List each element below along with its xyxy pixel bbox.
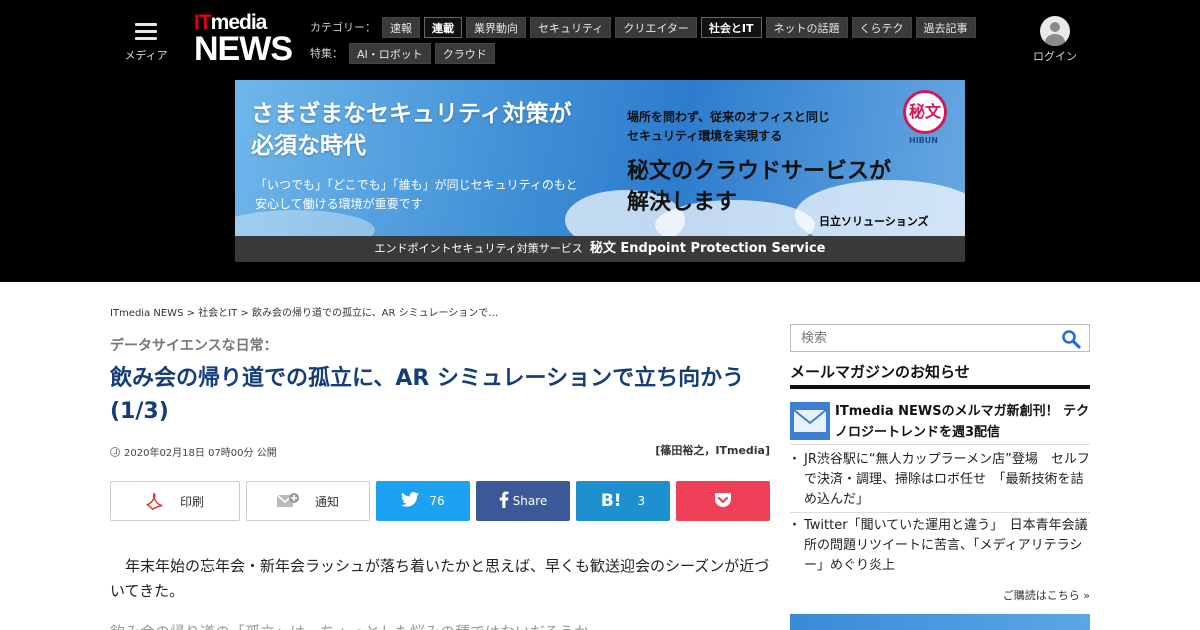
- pdf-icon: [145, 492, 164, 511]
- banner-company: 日立ソリューションズ: [819, 215, 929, 228]
- article-author: [篠田裕之，ITmedia]: [655, 444, 770, 457]
- category-chip-breaking[interactable]: 速報: [382, 16, 420, 38]
- search-box: [790, 324, 1090, 352]
- feature-chip-cloud[interactable]: クラウド: [434, 42, 495, 64]
- notify-button[interactable]: 通知: [246, 481, 370, 521]
- login-label: ログイン: [1033, 50, 1077, 63]
- envelope-icon: [790, 402, 830, 440]
- pocket-button[interactable]: [676, 481, 770, 521]
- feature-label: 特集：: [310, 47, 343, 60]
- article-paragraph-2: 飲み会の帰り道の「孤立」は、ちょっとした悩みの種ではないだろうか。: [110, 620, 775, 630]
- publish-date: 2020年02月18日 07時00分 公開: [110, 444, 277, 459]
- banner-right-text: 場所を問わず、従来のオフィスと同じ セキュリティ環境を実現する: [627, 110, 830, 143]
- divider: [790, 512, 1090, 513]
- print-button[interactable]: 印刷: [110, 481, 240, 521]
- article-title: 飲み会の帰り道での孤立に、AR シミュレーションで立ち向かう (1/3): [110, 366, 745, 424]
- article-paragraph-1: 年末年始の忘年会・新年会ラッシュが落ち着いたかと思えば、早くも歓送迎会のシーズン…: [110, 557, 770, 600]
- category-chip-creator[interactable]: クリエイター: [615, 16, 697, 38]
- hamburger-icon: [135, 23, 157, 41]
- category-chip-archive[interactable]: 過去記事: [915, 16, 976, 38]
- feature-chip-ai-robot[interactable]: AI・ロボット: [349, 42, 431, 64]
- search-input[interactable]: [791, 325, 1051, 351]
- breadcrumb-section[interactable]: 社会とIT: [198, 308, 237, 319]
- category-nav: カテゴリー： 速報 連載 業界動向 セキュリティ クリエイター 社会とIT ネッ…: [310, 16, 980, 38]
- search-icon[interactable]: [1061, 329, 1081, 349]
- login-button[interactable]: ログイン: [1030, 16, 1080, 64]
- twitter-count: 76: [429, 494, 445, 508]
- breadcrumb: ITmedia NEWS > 社会とIT > 飲み会の帰り道での孤立に、AR シ…: [110, 308, 499, 319]
- subscribe-link[interactable]: ご購読はこちら »: [940, 587, 1090, 603]
- feature-nav: 特集： AI・ロボット クラウド: [310, 42, 499, 64]
- side-news-item[interactable]: Twitter「聞いていた運用と違う」 日本青年会議所の問題リツイートに苦言、「…: [788, 516, 1090, 576]
- category-chip-net-topics[interactable]: ネットの話題: [765, 16, 848, 38]
- category-chip-security[interactable]: セキュリティ: [530, 16, 612, 38]
- facebook-share-button[interactable]: Share: [476, 481, 570, 521]
- breadcrumb-home[interactable]: ITmedia NEWS: [110, 308, 183, 319]
- media-menu-button[interactable]: メディア: [118, 20, 174, 64]
- clock-icon: [110, 446, 120, 457]
- hibun-caption: HIBUN: [909, 136, 938, 145]
- article-kicker: データサイエンスな日常：: [110, 338, 278, 354]
- hatena-bookmark-button[interactable]: B! 3: [576, 481, 670, 521]
- site-logo[interactable]: ITmedia NEWS: [194, 12, 294, 70]
- newsletter-heading: メールマガジンのお知らせ: [790, 361, 1090, 389]
- newsletter-title-link[interactable]: ITmedia NEWSのメルマガ新創刊！ テクノロジートレンドを週3配信: [835, 401, 1090, 443]
- category-chip-industry[interactable]: 業界動向: [466, 16, 526, 38]
- banner-headline: さまざまなセキュリティ対策が 必須な時代: [251, 101, 572, 159]
- hibun-seal-icon: 秘文: [903, 90, 947, 134]
- facebook-icon: [499, 491, 509, 511]
- side-ad-banner[interactable]: [790, 614, 1090, 630]
- banner-footer: エンドポイントセキュリティ対策サービス 秘文 Endpoint Protecti…: [235, 236, 965, 262]
- breadcrumb-current: 飲み会の帰り道での孤立に、AR シミュレーションで…: [251, 308, 499, 319]
- banner-right-headline: 秘文のクラウドサービスが 解決します: [627, 159, 892, 215]
- banner-subtext: 「いつでも」「どこでも」「誰も」が同じセキュリティのもと 安心して働ける環境が重…: [255, 178, 578, 211]
- category-chip-series[interactable]: 連載: [424, 16, 462, 38]
- mail-add-icon: [276, 493, 299, 509]
- avatar-icon: [1040, 16, 1070, 46]
- twitter-icon: [401, 492, 420, 510]
- media-menu-label: メディア: [124, 49, 168, 62]
- side-news-item[interactable]: JR渋谷駅に“無人カップラーメン店”登場 セルフで決済・調理、掃除はロボ任せ 「…: [788, 450, 1090, 510]
- ad-banner[interactable]: さまざまなセキュリティ対策が 必須な時代 「いつでも」「どこでも」「誰も」が同じ…: [235, 80, 965, 262]
- category-chip-society-it[interactable]: 社会とIT: [700, 16, 762, 38]
- hatena-count: 3: [637, 494, 646, 508]
- site-header: メディア ITmedia NEWS カテゴリー： 速報 連載 業界動向 セキュリ…: [0, 0, 1200, 282]
- logo-news: NEWS: [194, 30, 293, 68]
- pocket-icon: [714, 492, 732, 511]
- category-chip-kuratech[interactable]: くらテク: [851, 16, 912, 38]
- twitter-share-button[interactable]: 76: [376, 481, 470, 521]
- hatena-bookmark-icon: B!: [600, 491, 622, 511]
- category-label: カテゴリー：: [310, 21, 376, 34]
